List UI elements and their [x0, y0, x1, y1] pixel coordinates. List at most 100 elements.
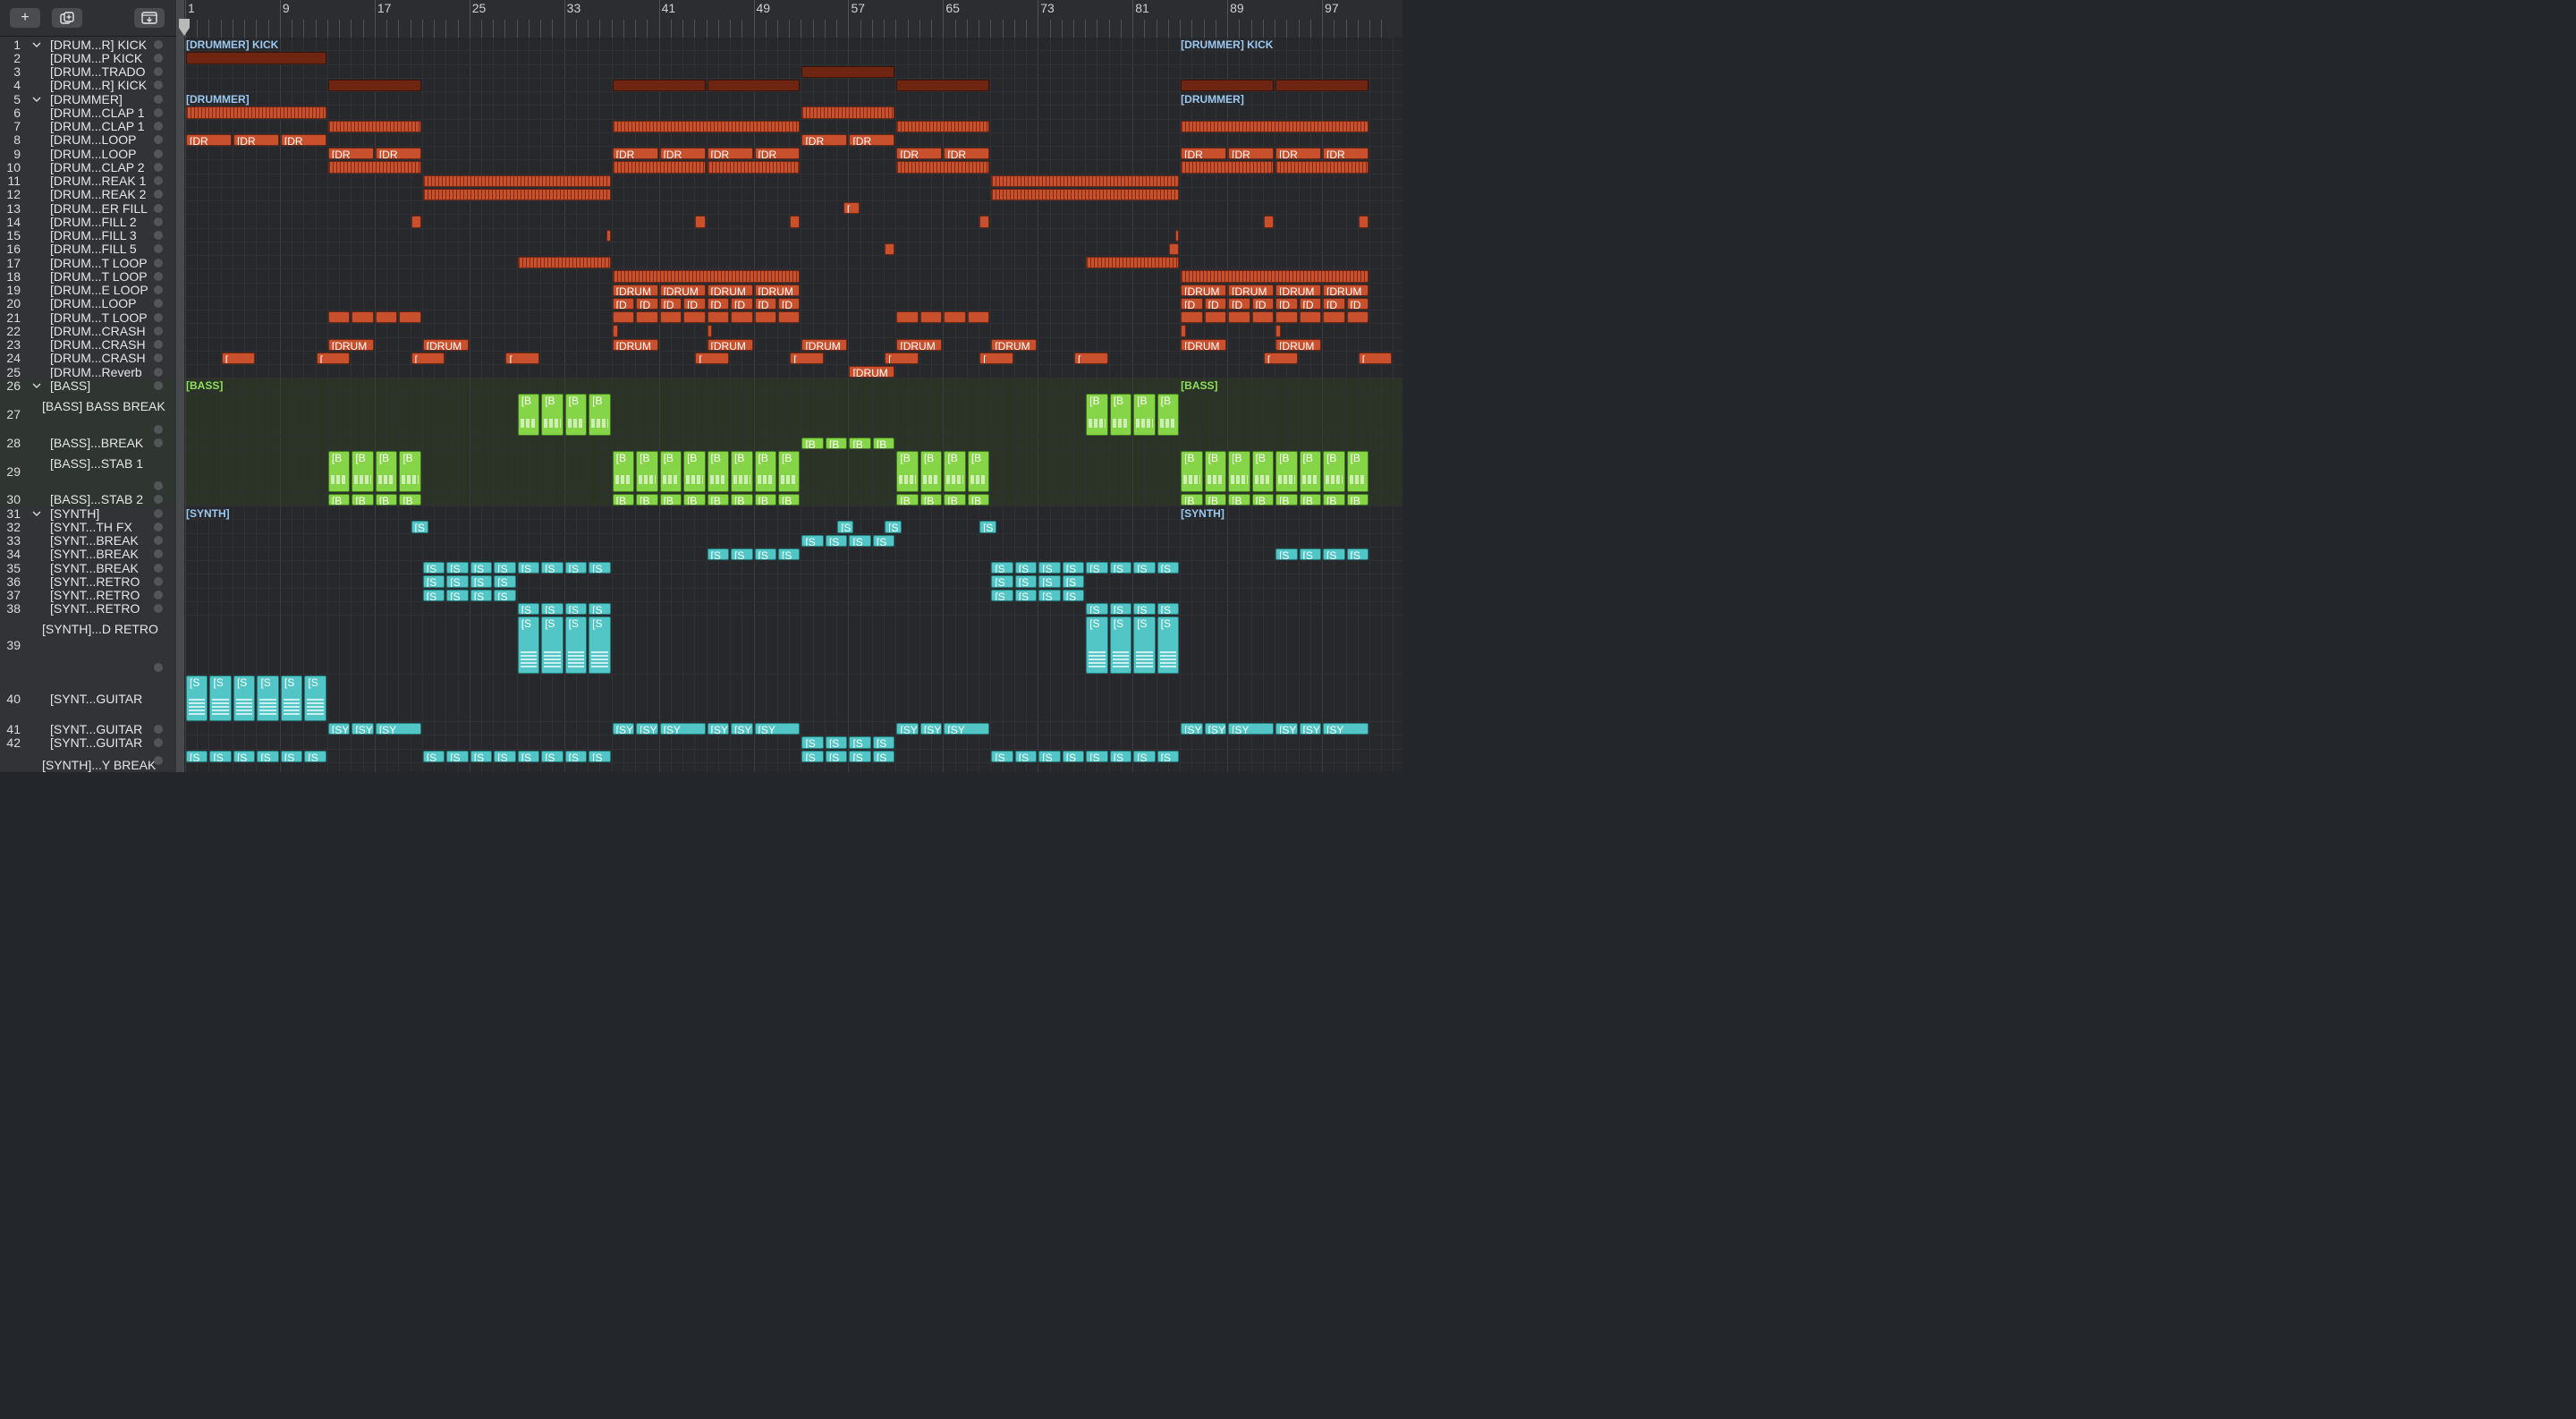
- track-header-row[interactable]: 5 [DRUMMER]: [0, 92, 176, 106]
- track-record-indicator[interactable]: [154, 340, 163, 350]
- track-header-row[interactable]: 25 [DRUM...Reverb: [0, 365, 176, 379]
- region-block[interactable]: [S: [257, 676, 279, 721]
- region-block[interactable]: [: [979, 352, 1013, 364]
- region-block[interactable]: [B: [1157, 393, 1180, 436]
- region-block[interactable]: [SY: [896, 723, 919, 735]
- region-block[interactable]: [S: [541, 562, 564, 574]
- region-block[interactable]: [B: [1204, 450, 1227, 492]
- region-block[interactable]: [B: [1299, 493, 1322, 506]
- track-record-indicator[interactable]: [154, 312, 163, 322]
- region-block[interactable]: [B: [659, 493, 682, 506]
- track-name[interactable]: [BASS] BASS BREAK: [42, 399, 165, 413]
- region-block[interactable]: [DR: [801, 133, 848, 146]
- region-block[interactable]: [B: [1133, 393, 1156, 436]
- region-block[interactable]: [S: [280, 676, 303, 721]
- region-block[interactable]: [S: [1346, 548, 1368, 560]
- region-block[interactable]: [B: [375, 493, 398, 506]
- region-block[interactable]: [1181, 79, 1275, 91]
- region-block[interactable]: [S: [872, 750, 895, 762]
- track-name[interactable]: [DRUM...LOOP: [50, 147, 136, 161]
- region-block[interactable]: [S: [589, 602, 611, 615]
- track-record-indicator[interactable]: [154, 380, 163, 390]
- region-block[interactable]: [D: [1228, 297, 1250, 310]
- region-block[interactable]: [399, 311, 421, 324]
- region-block[interactable]: [S: [825, 736, 848, 749]
- region-block[interactable]: [612, 311, 635, 324]
- region-block[interactable]: [S: [494, 562, 516, 574]
- region-block[interactable]: [DRUM: [612, 284, 658, 296]
- region-block[interactable]: [B: [352, 450, 374, 492]
- region-block[interactable]: [S: [541, 602, 564, 615]
- region-block[interactable]: [B: [849, 437, 871, 449]
- region-block[interactable]: [1086, 257, 1180, 269]
- region-block[interactable]: [B: [707, 450, 730, 492]
- region-block[interactable]: [DR: [233, 133, 279, 146]
- track-name[interactable]: [SYNT...BREAK: [50, 547, 139, 561]
- track-name[interactable]: [DRUM...TRADO: [50, 64, 146, 79]
- track-header-row[interactable]: 40 [SYNT...GUITAR: [0, 675, 176, 722]
- region-block[interactable]: [: [316, 352, 351, 364]
- region-block[interactable]: [B: [778, 450, 801, 492]
- region-block[interactable]: [B: [944, 493, 966, 506]
- region-block[interactable]: [DRUM: [422, 338, 469, 351]
- region-block[interactable]: [: [1074, 352, 1108, 364]
- track-record-indicator[interactable]: [154, 285, 163, 295]
- track-record-indicator[interactable]: [154, 176, 163, 186]
- track-record-indicator[interactable]: [154, 162, 163, 172]
- region-block[interactable]: [B: [399, 493, 421, 506]
- track-record-indicator[interactable]: [154, 724, 163, 734]
- region-block[interactable]: [411, 216, 421, 228]
- region-block[interactable]: [S: [872, 736, 895, 749]
- region-block[interactable]: [DR: [612, 148, 658, 160]
- region-block[interactable]: [S: [754, 548, 776, 560]
- region-block[interactable]: [612, 120, 801, 132]
- region-block[interactable]: [1204, 311, 1227, 324]
- region-block[interactable]: [517, 257, 611, 269]
- region-block[interactable]: [S: [1109, 750, 1132, 762]
- region-block[interactable]: [979, 216, 990, 228]
- region-block[interactable]: [D: [636, 297, 658, 310]
- track-header-row[interactable]: 41 [SYNT...GUITAR: [0, 722, 176, 736]
- track-name[interactable]: [DRUM...CLAP 1: [50, 106, 145, 120]
- region-block[interactable]: [DR: [1228, 148, 1275, 160]
- region-block[interactable]: [S: [422, 589, 445, 601]
- chevron-down-icon[interactable]: [31, 39, 42, 50]
- region-block[interactable]: [754, 311, 776, 324]
- region-block[interactable]: [D: [612, 297, 635, 310]
- track-name[interactable]: [SYNTH]...Y BREAK: [42, 758, 156, 772]
- region-block[interactable]: [S: [778, 548, 801, 560]
- region-block[interactable]: [S: [411, 521, 428, 533]
- region-block[interactable]: [606, 229, 611, 242]
- region-block[interactable]: [S: [517, 602, 540, 615]
- region-block[interactable]: [DRUM: [754, 284, 801, 296]
- track-record-indicator[interactable]: [154, 367, 163, 377]
- region-block[interactable]: [B: [1323, 493, 1345, 506]
- region-block[interactable]: [B: [896, 450, 919, 492]
- region-block[interactable]: [B: [327, 493, 351, 506]
- region-block[interactable]: [S: [1086, 616, 1108, 674]
- track-name[interactable]: [DRUM...R] KICK: [50, 38, 147, 52]
- track-name[interactable]: [BASS]...STAB 2: [50, 492, 143, 506]
- track-name[interactable]: [DRUM...FILL 5: [50, 242, 137, 256]
- region-block[interactable]: [DRUM: [327, 338, 374, 351]
- region-block[interactable]: [S: [541, 750, 564, 762]
- track-header-row[interactable]: 24 [DRUM...CRASH: [0, 351, 176, 365]
- region-block[interactable]: [S: [589, 616, 611, 674]
- region-block[interactable]: [S: [1062, 750, 1085, 762]
- chevron-down-icon[interactable]: [31, 94, 42, 105]
- region-block[interactable]: [S: [1086, 750, 1108, 762]
- track-record-indicator[interactable]: [154, 663, 163, 672]
- region-block[interactable]: [B: [801, 437, 824, 449]
- track-header-row[interactable]: 16 [DRUM...FILL 5: [0, 242, 176, 256]
- region-block[interactable]: [B: [636, 450, 658, 492]
- track-header-row[interactable]: 20 [DRUM...LOOP: [0, 296, 176, 310]
- region-block[interactable]: [S: [494, 575, 516, 588]
- region-block[interactable]: [B: [1086, 393, 1108, 436]
- track-name[interactable]: [DRUM...T LOOP: [50, 256, 148, 270]
- track-name[interactable]: [SYNT...GUITAR: [50, 692, 142, 706]
- track-record-indicator[interactable]: [154, 326, 163, 336]
- region-block[interactable]: [S: [707, 548, 730, 560]
- track-name[interactable]: [BASS]...BREAK: [50, 436, 143, 450]
- region-block[interactable]: [B: [1204, 493, 1227, 506]
- region-block[interactable]: [S: [564, 562, 588, 574]
